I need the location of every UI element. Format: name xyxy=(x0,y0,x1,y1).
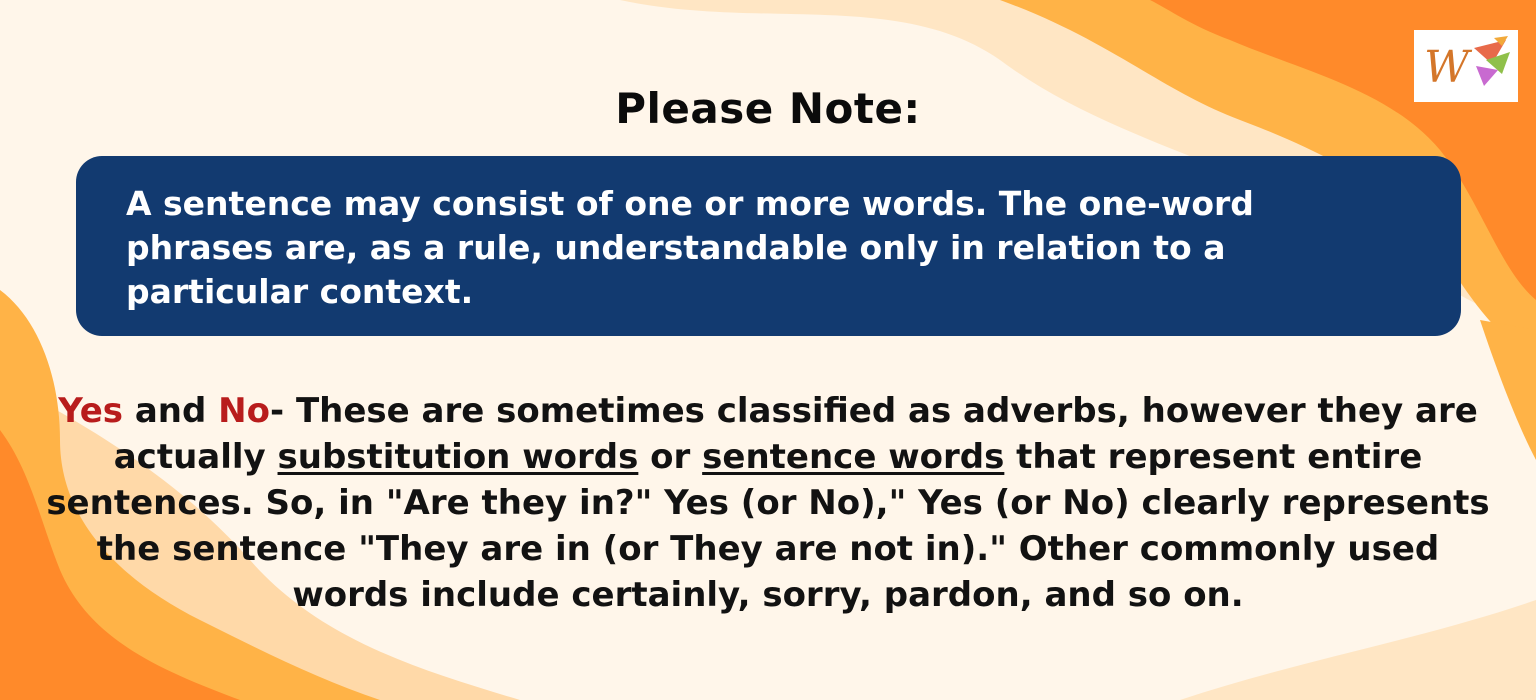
explanation-paragraph: Yes and No- These are sometimes classifi… xyxy=(40,388,1496,618)
term-substitution-words: substitution words xyxy=(277,437,639,477)
or-text: or xyxy=(638,437,703,477)
note-box: A sentence may consist of one or more wo… xyxy=(76,156,1461,336)
term-no: No xyxy=(218,391,270,431)
term-sentence-words: sentence words xyxy=(702,437,1005,477)
and-text: and xyxy=(123,391,219,431)
page-title: Please Note: xyxy=(615,84,921,133)
term-yes: Yes xyxy=(58,391,123,431)
note-text: A sentence may consist of one or more wo… xyxy=(126,184,1254,311)
